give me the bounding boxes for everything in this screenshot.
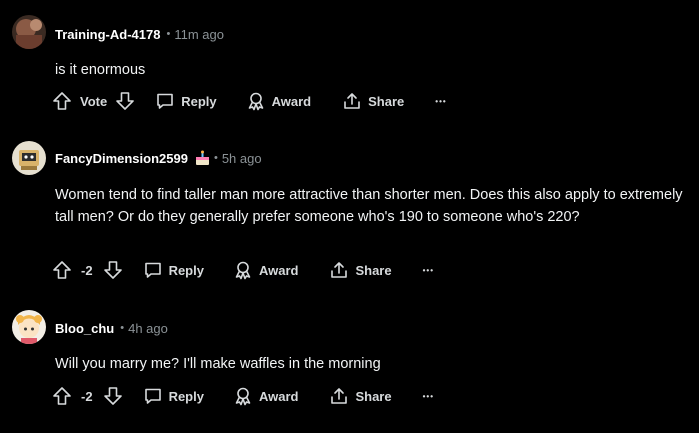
more-options-button[interactable]: ••• [423, 258, 434, 282]
comment-icon [144, 388, 161, 404]
more-icon: ••• [422, 391, 435, 401]
comment-meta: Bloo_chu • 4h ago [55, 318, 168, 338]
comment-icon [144, 262, 161, 278]
meta-separator: • [166, 28, 171, 40]
timestamp[interactable]: 5h ago [222, 151, 262, 166]
award-icon [235, 387, 251, 406]
share-label: Share [355, 388, 392, 404]
comment-body: Women tend to find taller man more attra… [55, 187, 683, 225]
username[interactable]: FancyDimension2599 [55, 151, 188, 166]
downvote-icon [103, 261, 122, 279]
award-button[interactable]: Award [233, 258, 299, 282]
vote-group: Vote [52, 89, 135, 113]
share-icon [331, 388, 348, 404]
more-icon: ••• [435, 96, 447, 106]
avatar[interactable] [12, 141, 46, 175]
award-label: Award [258, 388, 299, 404]
reply-label: Reply [168, 262, 204, 278]
comment-meta: FancyDimension2599 • 5h ago [55, 148, 262, 168]
award-label: Award [271, 93, 312, 109]
comment-actions: Vote Reply Award Share ••• [52, 89, 447, 113]
reply-label: Reply [181, 93, 217, 109]
comment-actions: -2 Reply Award Share ••• [52, 258, 434, 282]
upvote-button[interactable] [52, 89, 72, 113]
share-icon [344, 93, 360, 109]
vote-group: -2 [52, 384, 123, 408]
share-button[interactable]: Share [342, 89, 404, 113]
vote-count: -2 [81, 388, 93, 404]
award-button[interactable]: Award [233, 384, 299, 408]
meta-separator: • [120, 322, 125, 334]
award-icon [248, 92, 263, 111]
award-icon [235, 261, 251, 280]
downvote-icon [103, 387, 122, 405]
upvote-icon [53, 387, 71, 405]
award-button[interactable]: Award [246, 89, 312, 113]
more-options-button[interactable]: ••• [423, 384, 434, 408]
avatar[interactable] [12, 15, 46, 49]
share-button[interactable]: Share [329, 384, 392, 408]
comment-meta: Training-Ad-4178 • 11m ago [55, 24, 224, 44]
upvote-icon [53, 261, 71, 279]
upvote-button[interactable] [52, 258, 72, 282]
reply-button[interactable]: Reply [155, 89, 217, 113]
award-label: Award [258, 262, 299, 278]
reply-label: Reply [168, 388, 204, 404]
downvote-icon [116, 92, 135, 110]
more-options-button[interactable]: ••• [435, 89, 446, 113]
upvote-icon [53, 92, 71, 110]
downvote-button[interactable] [115, 89, 135, 113]
downvote-button[interactable] [103, 384, 123, 408]
comment-actions: -2 Reply Award Share ••• [52, 384, 434, 408]
share-label: Share [368, 93, 405, 109]
comment-icon [157, 93, 174, 109]
comment-body: Will you marry me? I'll make waffles in … [55, 356, 381, 372]
downvote-button[interactable] [103, 258, 123, 282]
cake-icon [194, 150, 211, 166]
reply-button[interactable]: Reply [143, 258, 204, 282]
share-button[interactable]: Share [329, 258, 392, 282]
meta-separator: • [213, 152, 218, 164]
share-label: Share [355, 262, 392, 278]
timestamp[interactable]: 4h ago [128, 321, 168, 336]
vote-count: -2 [81, 262, 93, 278]
timestamp[interactable]: 11m ago [174, 27, 224, 42]
more-icon: ••• [422, 265, 435, 275]
vote-group: -2 [52, 258, 123, 282]
avatar[interactable] [12, 310, 46, 344]
comment-body: is it enormous [55, 62, 146, 78]
upvote-button[interactable] [52, 384, 72, 408]
share-icon [331, 262, 348, 278]
username[interactable]: Training-Ad-4178 [55, 27, 160, 42]
vote-count: Vote [80, 93, 108, 109]
reply-button[interactable]: Reply [143, 384, 204, 408]
username[interactable]: Bloo_chu [55, 321, 114, 336]
